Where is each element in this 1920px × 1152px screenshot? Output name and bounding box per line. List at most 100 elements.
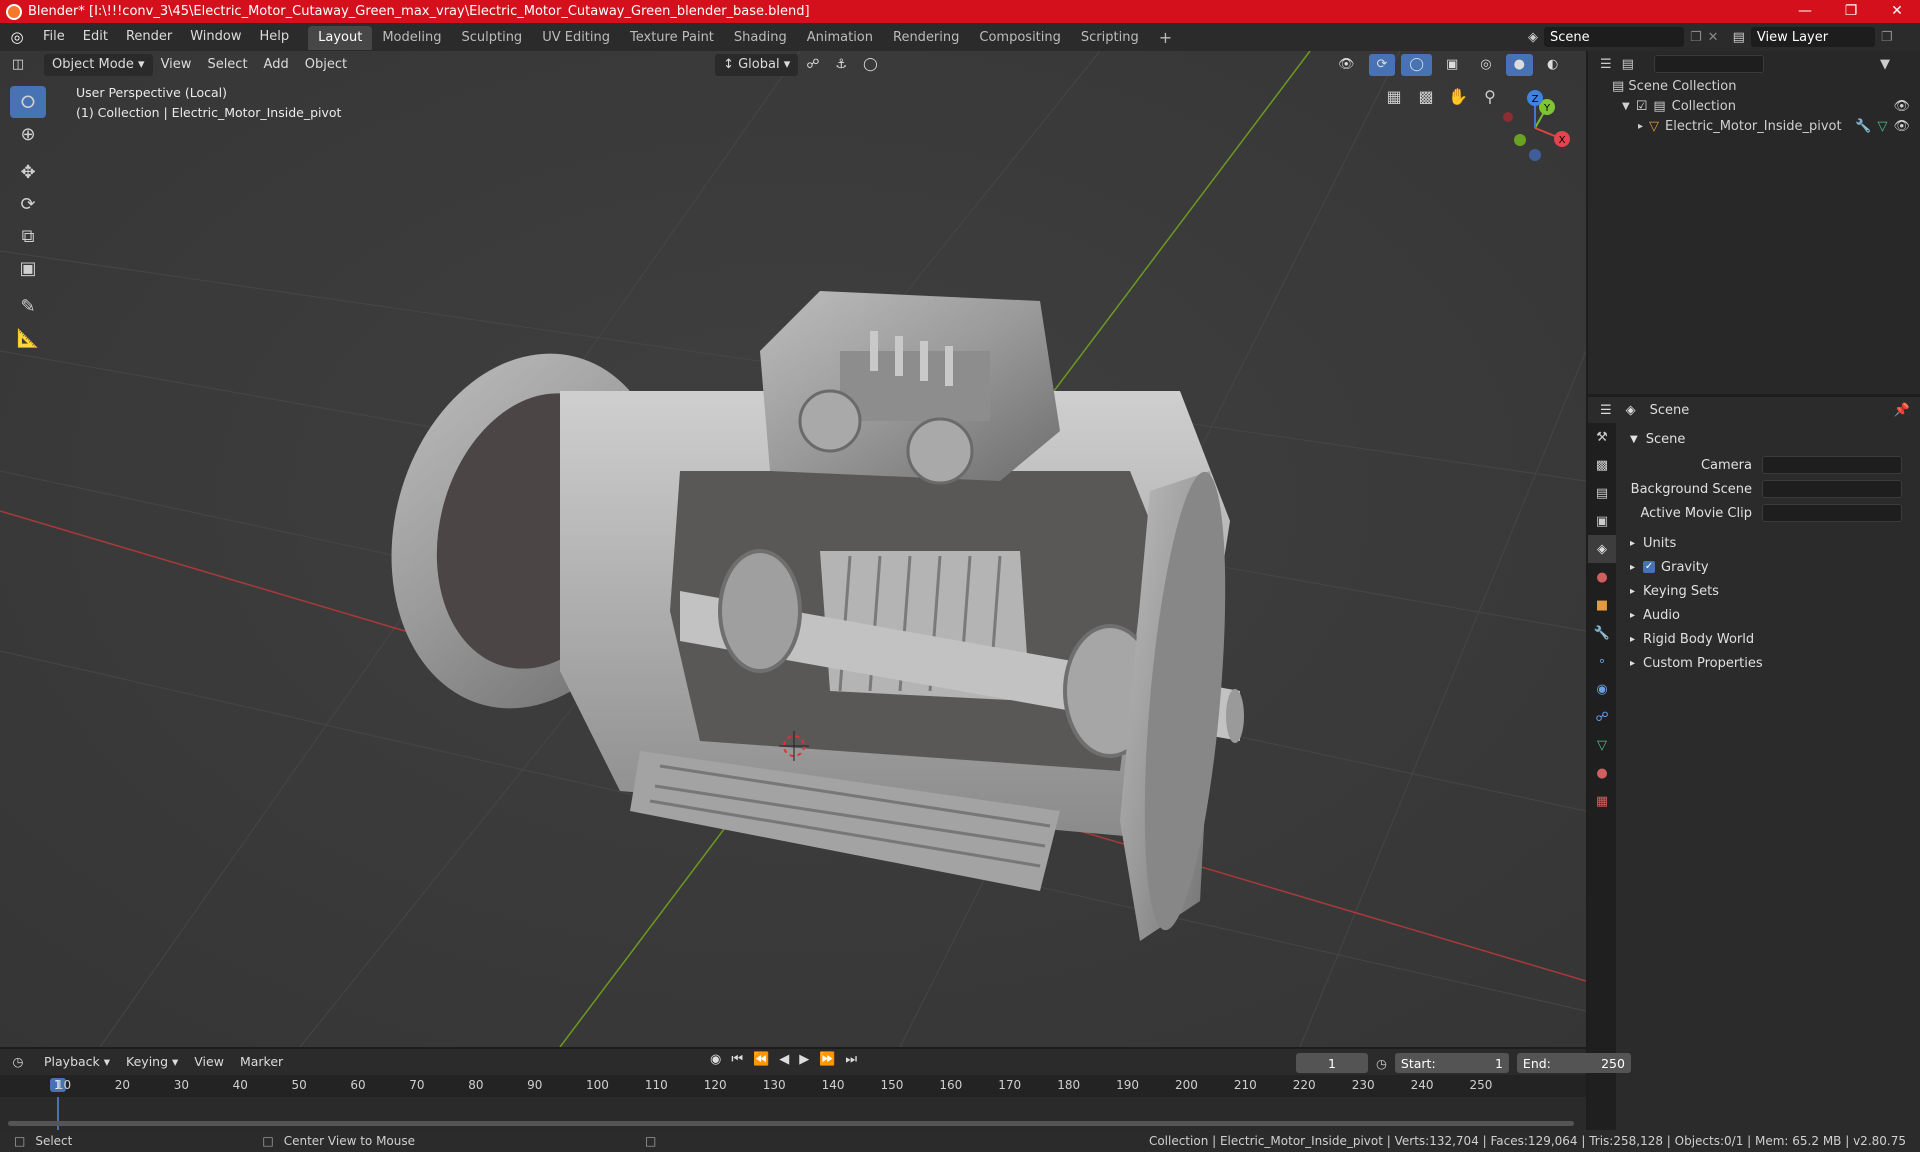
record-icon[interactable]: ◉ <box>710 1052 721 1067</box>
outliner-scene-collection[interactable]: ▤ Scene Collection <box>1588 77 1920 97</box>
proportional-edit-icon[interactable]: ◯ <box>855 54 886 76</box>
measure-icon[interactable]: 📐 <box>10 322 46 354</box>
timeline-editor-icon[interactable]: ◷ <box>0 1051 36 1073</box>
snap-icon[interactable]: ⚓ <box>827 54 855 76</box>
end-frame-field[interactable]: End: 250 <box>1516 1053 1631 1073</box>
start-frame-field[interactable]: Start: 1 <box>1394 1053 1509 1073</box>
tool-tab-icon[interactable]: ⚒ <box>1588 423 1616 451</box>
toggle-ortho-icon[interactable]: ▦ <box>1380 87 1408 106</box>
tab-modeling[interactable]: Modeling <box>372 26 451 50</box>
gizmos-icon[interactable]: ⟳ <box>1368 54 1396 76</box>
annotate-icon[interactable]: ✎ <box>10 290 46 322</box>
add-workspace-icon[interactable]: + <box>1149 26 1182 50</box>
xray-icon[interactable]: ▣ <box>1438 54 1466 76</box>
active-movie-clip-field[interactable] <box>1762 504 1902 522</box>
tab-layout[interactable]: Layout <box>308 26 373 50</box>
timeline-menu-playback[interactable]: Playback ▾ <box>36 1051 118 1073</box>
tab-shading[interactable]: Shading <box>724 26 797 50</box>
minimize-icon[interactable]: — <box>1782 0 1828 23</box>
world-tab-icon[interactable]: ● <box>1588 563 1616 591</box>
pin-icon[interactable]: 📌 <box>1894 403 1910 418</box>
visibility-icon[interactable]: 👁 <box>1330 54 1363 76</box>
close-icon[interactable]: ✕ <box>1874 0 1920 23</box>
modifiers-tab-icon[interactable]: 🔧 <box>1588 619 1616 647</box>
zoom-icon[interactable]: ⚲ <box>1476 87 1504 106</box>
units-section[interactable]: ▸ Units <box>1622 531 1916 555</box>
view-layer-copy-icon[interactable]: ❐ <box>1881 30 1893 45</box>
select-box-icon[interactable]: ⭘ <box>10 86 46 118</box>
gravity-checkbox[interactable]: ✓ <box>1643 561 1656 573</box>
jump-start-icon[interactable]: ⏮ <box>731 1052 743 1067</box>
render-tab-icon[interactable]: ▩ <box>1588 451 1616 479</box>
view-layer-field[interactable]: View Layer <box>1750 27 1875 47</box>
output-tab-icon[interactable]: ▤ <box>1588 479 1616 507</box>
pan-hand-icon[interactable]: ✋ <box>1444 87 1472 106</box>
timeline-menu-marker[interactable]: Marker <box>232 1051 291 1073</box>
object-visibility-icon[interactable]: 👁 <box>1893 117 1910 137</box>
properties-editor-icon[interactable]: ☰ <box>1600 403 1612 418</box>
cursor-icon[interactable]: ⊕ <box>10 118 46 150</box>
gravity-section[interactable]: ▸ ✓ Gravity <box>1622 555 1916 579</box>
scene-tab-icon[interactable]: ◈ <box>1588 535 1616 563</box>
outliner-object-row[interactable]: ▸ ▽ Electric_Motor_Inside_pivot 🔧 ▽ 👁 <box>1588 117 1920 137</box>
outliner-collection-row[interactable]: ▼ ☑ ▤ Collection 👁 <box>1588 97 1920 117</box>
viewport-menu-select[interactable]: Select <box>199 54 255 76</box>
play-reverse-icon[interactable]: ◀ <box>779 1052 789 1067</box>
menu-help[interactable]: Help <box>251 23 299 51</box>
wireframe-shading-icon[interactable]: ◎ <box>1472 54 1499 76</box>
timeline-menu-keying[interactable]: Keying ▾ <box>118 1051 186 1073</box>
keying-sets-section[interactable]: ▸ Keying Sets <box>1622 579 1916 603</box>
camera-field[interactable] <box>1762 456 1902 474</box>
rotate-icon[interactable]: ⟳ <box>10 188 46 220</box>
constraints-tab-icon[interactable]: ☍ <box>1588 703 1616 731</box>
blender-menu-icon[interactable]: ◎ <box>0 28 34 46</box>
custom-properties-section[interactable]: ▸ Custom Properties <box>1622 651 1916 675</box>
material-tab-icon[interactable]: ● <box>1588 759 1616 787</box>
particles-tab-icon[interactable]: ∘ <box>1588 647 1616 675</box>
current-frame-field[interactable]: 1 <box>1296 1053 1368 1073</box>
move-icon[interactable]: ✥ <box>10 156 46 188</box>
play-icon[interactable]: ▶ <box>799 1052 809 1067</box>
tab-rendering[interactable]: Rendering <box>883 26 969 50</box>
collection-visibility-icon[interactable]: 👁 <box>1893 97 1910 117</box>
mode-dropdown[interactable]: Object Mode ▾ <box>44 54 153 76</box>
maximize-icon[interactable]: ❐ <box>1828 0 1874 23</box>
audio-section[interactable]: ▸ Audio <box>1622 603 1916 627</box>
physics-tab-icon[interactable]: ◉ <box>1588 675 1616 703</box>
rigid-body-world-section[interactable]: ▸ Rigid Body World <box>1622 627 1916 651</box>
tab-animation[interactable]: Animation <box>797 26 883 50</box>
tab-texture-paint[interactable]: Texture Paint <box>620 26 724 50</box>
transform-icon[interactable]: ▣ <box>10 252 46 284</box>
background-scene-field[interactable] <box>1762 480 1902 498</box>
tab-scripting[interactable]: Scripting <box>1071 26 1149 50</box>
jump-end-icon[interactable]: ⏭ <box>845 1052 857 1067</box>
menu-render[interactable]: Render <box>117 23 181 51</box>
menu-file[interactable]: File <box>34 23 74 51</box>
material-shading-icon[interactable]: ◐ <box>1539 54 1566 76</box>
outliner-editor-icon[interactable]: ☰ <box>1600 57 1612 72</box>
scene-remove-icon[interactable]: ✕ <box>1708 30 1719 45</box>
filter-icon[interactable]: ▼ <box>1880 57 1890 72</box>
tab-sculpting[interactable]: Sculpting <box>451 26 532 50</box>
viewport-menu-object[interactable]: Object <box>297 54 355 76</box>
prev-keyframe-icon[interactable]: ⏪ <box>753 1052 769 1067</box>
timeline-track[interactable] <box>0 1097 1586 1130</box>
transform-orientation-dropdown[interactable]: ↕ Global ▾ <box>715 54 799 76</box>
scene-copy-icon[interactable]: ❐ <box>1690 30 1702 45</box>
scale-icon[interactable]: ⧉ <box>10 220 46 252</box>
viewport-menu-add[interactable]: Add <box>256 54 297 76</box>
data-tab-icon[interactable]: ▽ <box>1588 731 1616 759</box>
outliner-search-input[interactable] <box>1653 55 1764 73</box>
menu-edit[interactable]: Edit <box>74 23 117 51</box>
overlays-icon[interactable]: ◯ <box>1401 54 1432 76</box>
timeline-menu-view[interactable]: View <box>186 1051 232 1073</box>
tab-uv-editing[interactable]: UV Editing <box>532 26 620 50</box>
timeline-ruler[interactable]: 1 10 20 30 40 50 60 70 80 90 100 110 120 130 140 150 160… <box>0 1075 1586 1097</box>
tab-compositing[interactable]: Compositing <box>969 26 1071 50</box>
scene-field[interactable]: Scene <box>1544 27 1684 47</box>
camera-view-icon[interactable]: ▩ <box>1412 87 1440 106</box>
viewport-menu-view[interactable]: View <box>153 54 200 76</box>
3d-viewport[interactable]: User Perspective (Local) (1) Collection … <box>0 51 1586 1047</box>
object-tab-icon[interactable]: ■ <box>1588 591 1616 619</box>
timeline-scrollbar[interactable] <box>8 1121 1574 1126</box>
